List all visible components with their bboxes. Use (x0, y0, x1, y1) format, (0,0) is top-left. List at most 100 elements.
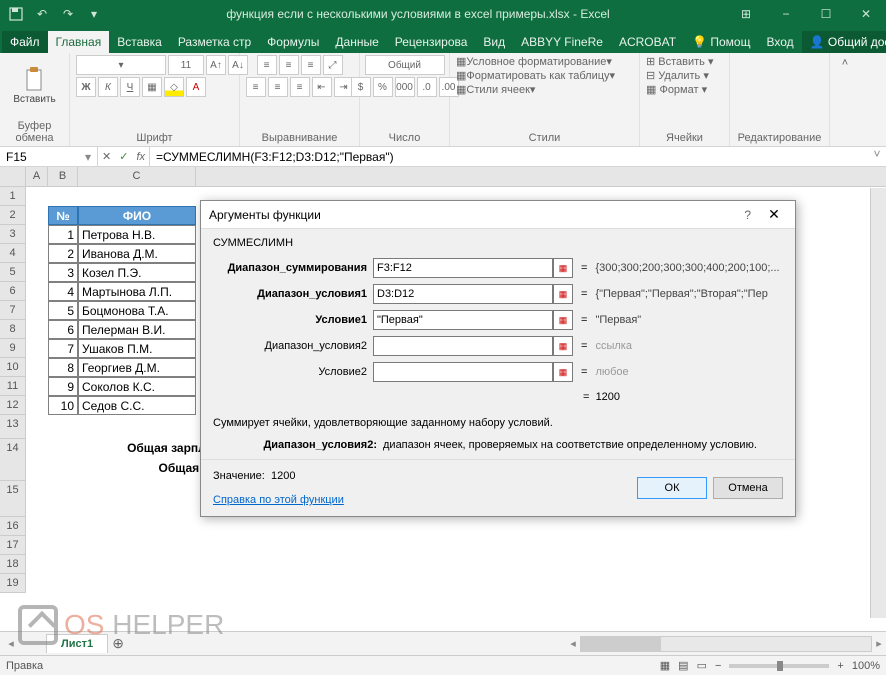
row-16[interactable]: 16 (0, 517, 26, 536)
row-17[interactable]: 17 (0, 536, 26, 555)
align-middle[interactable]: ≡ (279, 55, 299, 75)
cell-C5[interactable]: Козел П.Э. (78, 263, 196, 282)
font-select[interactable]: ▾ (76, 55, 166, 75)
cell-C4[interactable]: Иванова Д.М. (78, 244, 196, 263)
row-1[interactable]: 1 (0, 187, 26, 206)
view-pagebreak-icon[interactable]: ▭ (697, 659, 707, 672)
arg1-input[interactable]: F3:F12 (373, 258, 553, 278)
share-button[interactable]: 👤 Общий доступ (802, 31, 886, 53)
bold-button[interactable]: Ж (76, 77, 96, 97)
cell-B9[interactable]: 7 (48, 339, 78, 358)
collapse-ribbon-icon[interactable]: ˄ (830, 53, 860, 146)
indent-dec[interactable]: ⇤ (312, 77, 332, 97)
cell-B7[interactable]: 5 (48, 301, 78, 320)
expand-formula-icon[interactable]: ˅ (868, 147, 886, 166)
row-5[interactable]: 5 (0, 263, 26, 282)
row-7[interactable]: 7 (0, 301, 26, 320)
cell-styles-button[interactable]: ▦ Стили ячеек ▾ (456, 83, 535, 96)
close-icon[interactable]: ✕ (846, 0, 886, 28)
select-all-corner[interactable] (0, 167, 26, 186)
align-left[interactable]: ≡ (246, 77, 266, 97)
formula-input[interactable]: =СУММЕСЛИМН(F3:F12;D3:D12;"Первая") (150, 147, 868, 166)
arg5-range-picker[interactable]: ▦ (553, 362, 573, 382)
row-3[interactable]: 3 (0, 225, 26, 244)
zoom-in-button[interactable]: + (837, 660, 843, 672)
cell-B6[interactable]: 4 (48, 282, 78, 301)
row-10[interactable]: 10 (0, 358, 26, 377)
cell-B2[interactable]: № (48, 206, 78, 225)
tab-data[interactable]: Данные (327, 31, 386, 53)
cell-C12[interactable]: Седов С.С. (78, 396, 196, 415)
row-15[interactable]: 15 (0, 481, 26, 517)
save-icon[interactable] (4, 3, 28, 25)
row-12[interactable]: 12 (0, 396, 26, 415)
cell-C9[interactable]: Ушаков П.М. (78, 339, 196, 358)
borders-button[interactable]: ▦ (142, 77, 162, 97)
arg1-range-picker[interactable]: ▦ (553, 258, 573, 278)
dialog-close-icon[interactable]: ✕ (761, 206, 787, 223)
redo-icon[interactable]: ↷ (56, 3, 80, 25)
row-19[interactable]: 19 (0, 574, 26, 593)
arg4-input[interactable] (373, 336, 553, 356)
function-help-link[interactable]: Справка по этой функции (213, 494, 344, 506)
align-right[interactable]: ≡ (290, 77, 310, 97)
row-18[interactable]: 18 (0, 555, 26, 574)
confirm-formula-icon[interactable]: ✓ (119, 150, 128, 163)
tab-formulas[interactable]: Формулы (259, 31, 327, 53)
cell-B8[interactable]: 6 (48, 320, 78, 339)
minimize-icon[interactable]: − (766, 0, 806, 28)
cell-C2[interactable]: ФИО (78, 206, 196, 225)
cell-C7[interactable]: Боцмонова Т.А. (78, 301, 196, 320)
arg2-range-picker[interactable]: ▦ (553, 284, 573, 304)
comma-button[interactable]: 000 (395, 77, 415, 97)
dialog-help-icon[interactable]: ? (734, 208, 761, 222)
maximize-icon[interactable]: ☐ (806, 0, 846, 28)
arg3-range-picker[interactable]: ▦ (553, 310, 573, 330)
zoom-percent[interactable]: 100% (852, 660, 880, 672)
col-A[interactable]: A (26, 167, 48, 186)
name-box[interactable]: F15▾ (0, 147, 98, 166)
qat-dropdown-icon[interactable]: ▾ (82, 3, 106, 25)
undo-icon[interactable]: ↶ (30, 3, 54, 25)
fx-icon[interactable]: fx (136, 151, 145, 163)
fill-color[interactable]: ◇ (164, 77, 184, 97)
cell-B12[interactable]: 10 (48, 396, 78, 415)
cell-B10[interactable]: 8 (48, 358, 78, 377)
tab-abbyy[interactable]: ABBYY FineRe (513, 31, 611, 53)
arg4-range-picker[interactable]: ▦ (553, 336, 573, 356)
format-table-button[interactable]: ▦ Форматировать как таблицу ▾ (456, 69, 615, 82)
row-6[interactable]: 6 (0, 282, 26, 301)
zoom-out-button[interactable]: − (715, 660, 721, 672)
align-top[interactable]: ≡ (257, 55, 277, 75)
cell-C3[interactable]: Петрова Н.В. (78, 225, 196, 244)
ok-button[interactable]: ОК (637, 477, 707, 499)
tab-file[interactable]: Файл (2, 31, 48, 53)
arg3-input[interactable]: "Первая" (373, 310, 553, 330)
col-B[interactable]: B (48, 167, 78, 186)
underline-button[interactable]: Ч (120, 77, 140, 97)
number-format-select[interactable]: Общий (365, 55, 445, 75)
fontsize-select[interactable]: 11 (168, 55, 204, 75)
align-bottom[interactable]: ≡ (301, 55, 321, 75)
tab-insert[interactable]: Вставка (109, 31, 170, 53)
row-9[interactable]: 9 (0, 339, 26, 358)
align-center[interactable]: ≡ (268, 77, 288, 97)
cell-B4[interactable]: 2 (48, 244, 78, 263)
zoom-slider[interactable] (729, 664, 829, 668)
insert-cells-button[interactable]: ⊞ Вставить ▾ (646, 55, 714, 68)
row-4[interactable]: 4 (0, 244, 26, 263)
arg2-input[interactable]: D3:D12 (373, 284, 553, 304)
cell-B11[interactable]: 9 (48, 377, 78, 396)
arg5-input[interactable] (373, 362, 553, 382)
grow-font[interactable]: A↑ (206, 55, 226, 75)
row-11[interactable]: 11 (0, 377, 26, 396)
view-normal-icon[interactable]: ▦ (660, 659, 670, 672)
row-13[interactable]: 13 (0, 415, 26, 439)
row-14[interactable]: 14 (0, 439, 26, 481)
format-cells-button[interactable]: ▦ Формат ▾ (646, 83, 707, 96)
dec-inc[interactable]: .0 (417, 77, 437, 97)
ribbon-options-icon[interactable]: ⊞ (726, 0, 766, 28)
italic-button[interactable]: К (98, 77, 118, 97)
cell-B3[interactable]: 1 (48, 225, 78, 244)
col-C[interactable]: C (78, 167, 196, 186)
